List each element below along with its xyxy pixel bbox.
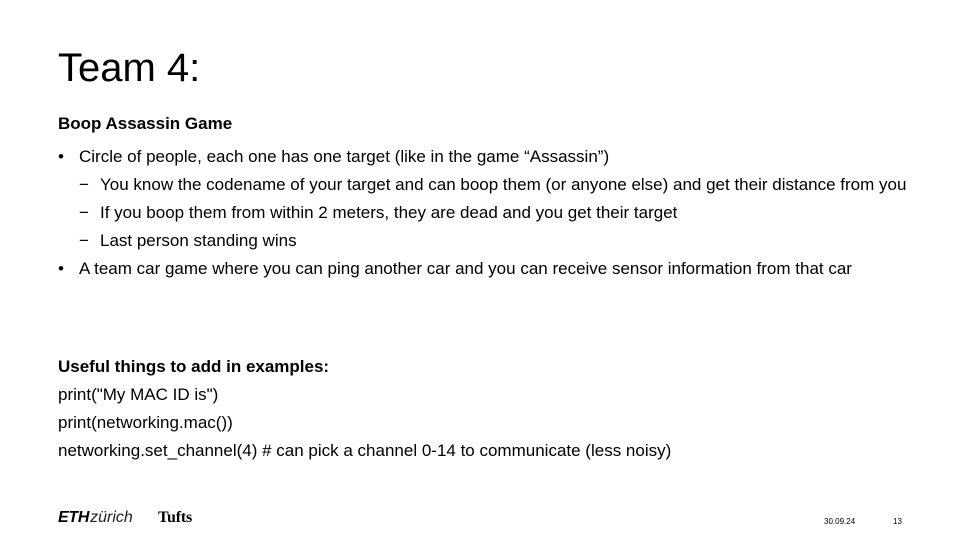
bullet-text: Circle of people, each one has one targe…: [79, 147, 610, 166]
sub-bullet-item: − If you boop them from within 2 meters,…: [58, 202, 908, 224]
slide-date: 30.09.24: [824, 517, 856, 526]
useful-things-heading: Useful things to add in examples:: [58, 357, 330, 376]
code-line: print(networking.mac()): [58, 413, 233, 432]
sub-bullet-item: − Last person standing wins: [58, 230, 908, 252]
eth-logo-rest: zürich: [90, 509, 133, 526]
page-number: 13: [893, 517, 902, 526]
dash-marker: −: [79, 231, 89, 250]
bullet-list: • Circle of people, each one has one tar…: [58, 146, 908, 286]
sub-bullet-text: Last person standing wins: [100, 231, 297, 250]
dash-marker: −: [79, 175, 89, 194]
bullet-marker: •: [58, 259, 64, 278]
slide-title: Team 4:: [58, 46, 201, 90]
code-line: networking.set_channel(4) # can pick a c…: [58, 441, 672, 460]
dash-marker: −: [79, 203, 89, 222]
sub-bullet-item: − You know the codename of your target a…: [58, 174, 908, 196]
bullet-item: • A team car game where you can ping ano…: [58, 258, 908, 280]
tufts-logo: Tufts: [158, 509, 192, 526]
slide-subtitle: Boop Assassin Game: [58, 114, 233, 133]
eth-zurich-logo: ETHzürich: [58, 509, 133, 531]
bullet-item: • Circle of people, each one has one tar…: [58, 146, 908, 168]
code-line: print("My MAC ID is"): [58, 385, 219, 404]
bullet-marker: •: [58, 147, 64, 166]
eth-logo-bold: ETH: [58, 509, 90, 526]
sub-bullet-text: You know the codename of your target and…: [100, 175, 907, 194]
bullet-text: A team car game where you can ping anoth…: [79, 259, 852, 278]
sub-bullet-text: If you boop them from within 2 meters, t…: [100, 203, 678, 222]
